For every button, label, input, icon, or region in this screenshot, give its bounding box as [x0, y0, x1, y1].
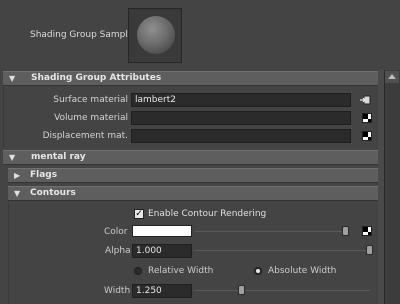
alpha-label: Alpha: [105, 246, 131, 256]
expanded-arrow-icon: ▼: [14, 189, 21, 198]
relative-width-radio[interactable]: [134, 267, 142, 275]
expanded-arrow-icon: ▼: [9, 74, 16, 83]
displacement-material-label: Displacement mat.: [42, 131, 128, 141]
expanded-arrow-icon: ▼: [9, 153, 16, 162]
absolute-width-label: Absolute Width: [268, 266, 337, 276]
section-title: mental ray: [31, 152, 86, 162]
collapsed-arrow-icon: ▶: [14, 171, 21, 180]
color-slider-thumb[interactable]: [342, 226, 349, 236]
alpha-slider-track[interactable]: [195, 250, 370, 251]
surface-material-field[interactable]: lambert2: [131, 93, 351, 107]
width-slider-track[interactable]: [195, 290, 370, 291]
width-label: Width: [104, 286, 131, 296]
sphere-preview-icon: [137, 16, 175, 54]
section-title: Shading Group Attributes: [31, 73, 162, 83]
section-header-contours[interactable]: ▼ Contours: [8, 186, 378, 201]
checker-map-icon[interactable]: [362, 113, 372, 123]
alpha-field[interactable]: 1.000: [132, 244, 192, 258]
section-title: Contours: [30, 188, 76, 198]
enable-contour-label: Enable Contour Rendering: [148, 209, 267, 219]
section-title: Flags: [30, 170, 58, 180]
section-header-mental-ray[interactable]: ▼ mental ray: [3, 150, 378, 165]
navigate-output-icon[interactable]: [360, 95, 371, 105]
vertical-scrollbar[interactable]: [384, 70, 400, 304]
displacement-material-field[interactable]: [131, 129, 351, 143]
absolute-width-radio[interactable]: [254, 267, 262, 275]
volume-material-field[interactable]: [131, 111, 351, 125]
contours-panel: ✓ Enable Contour Rendering Color Alpha 1…: [8, 202, 378, 304]
color-swatch[interactable]: [132, 225, 192, 237]
width-slider-thumb[interactable]: [238, 285, 245, 295]
relative-width-label: Relative Width: [148, 266, 214, 276]
section-header-shading-group-attributes[interactable]: ▼ Shading Group Attributes: [3, 71, 378, 86]
section-header-flags[interactable]: ▶ Flags: [8, 168, 378, 183]
surface-material-label: Surface material: [53, 95, 128, 105]
enable-contour-checkbox[interactable]: ✓: [134, 209, 144, 219]
shading-group-sample-label: Shading Group Sample: [30, 30, 134, 40]
shading-group-attributes-panel: Surface material lambert2 Volume materia…: [3, 87, 378, 149]
volume-material-label: Volume material: [54, 113, 128, 123]
color-slider-track[interactable]: [195, 231, 345, 232]
sample-swatch: [128, 8, 182, 63]
checker-map-icon[interactable]: [362, 226, 372, 236]
scroll-up-arrow-icon[interactable]: [385, 71, 399, 83]
checker-map-icon[interactable]: [362, 131, 372, 141]
width-field[interactable]: 1.250: [132, 284, 192, 298]
alpha-slider-thumb[interactable]: [366, 245, 373, 255]
color-label: Color: [104, 227, 128, 237]
